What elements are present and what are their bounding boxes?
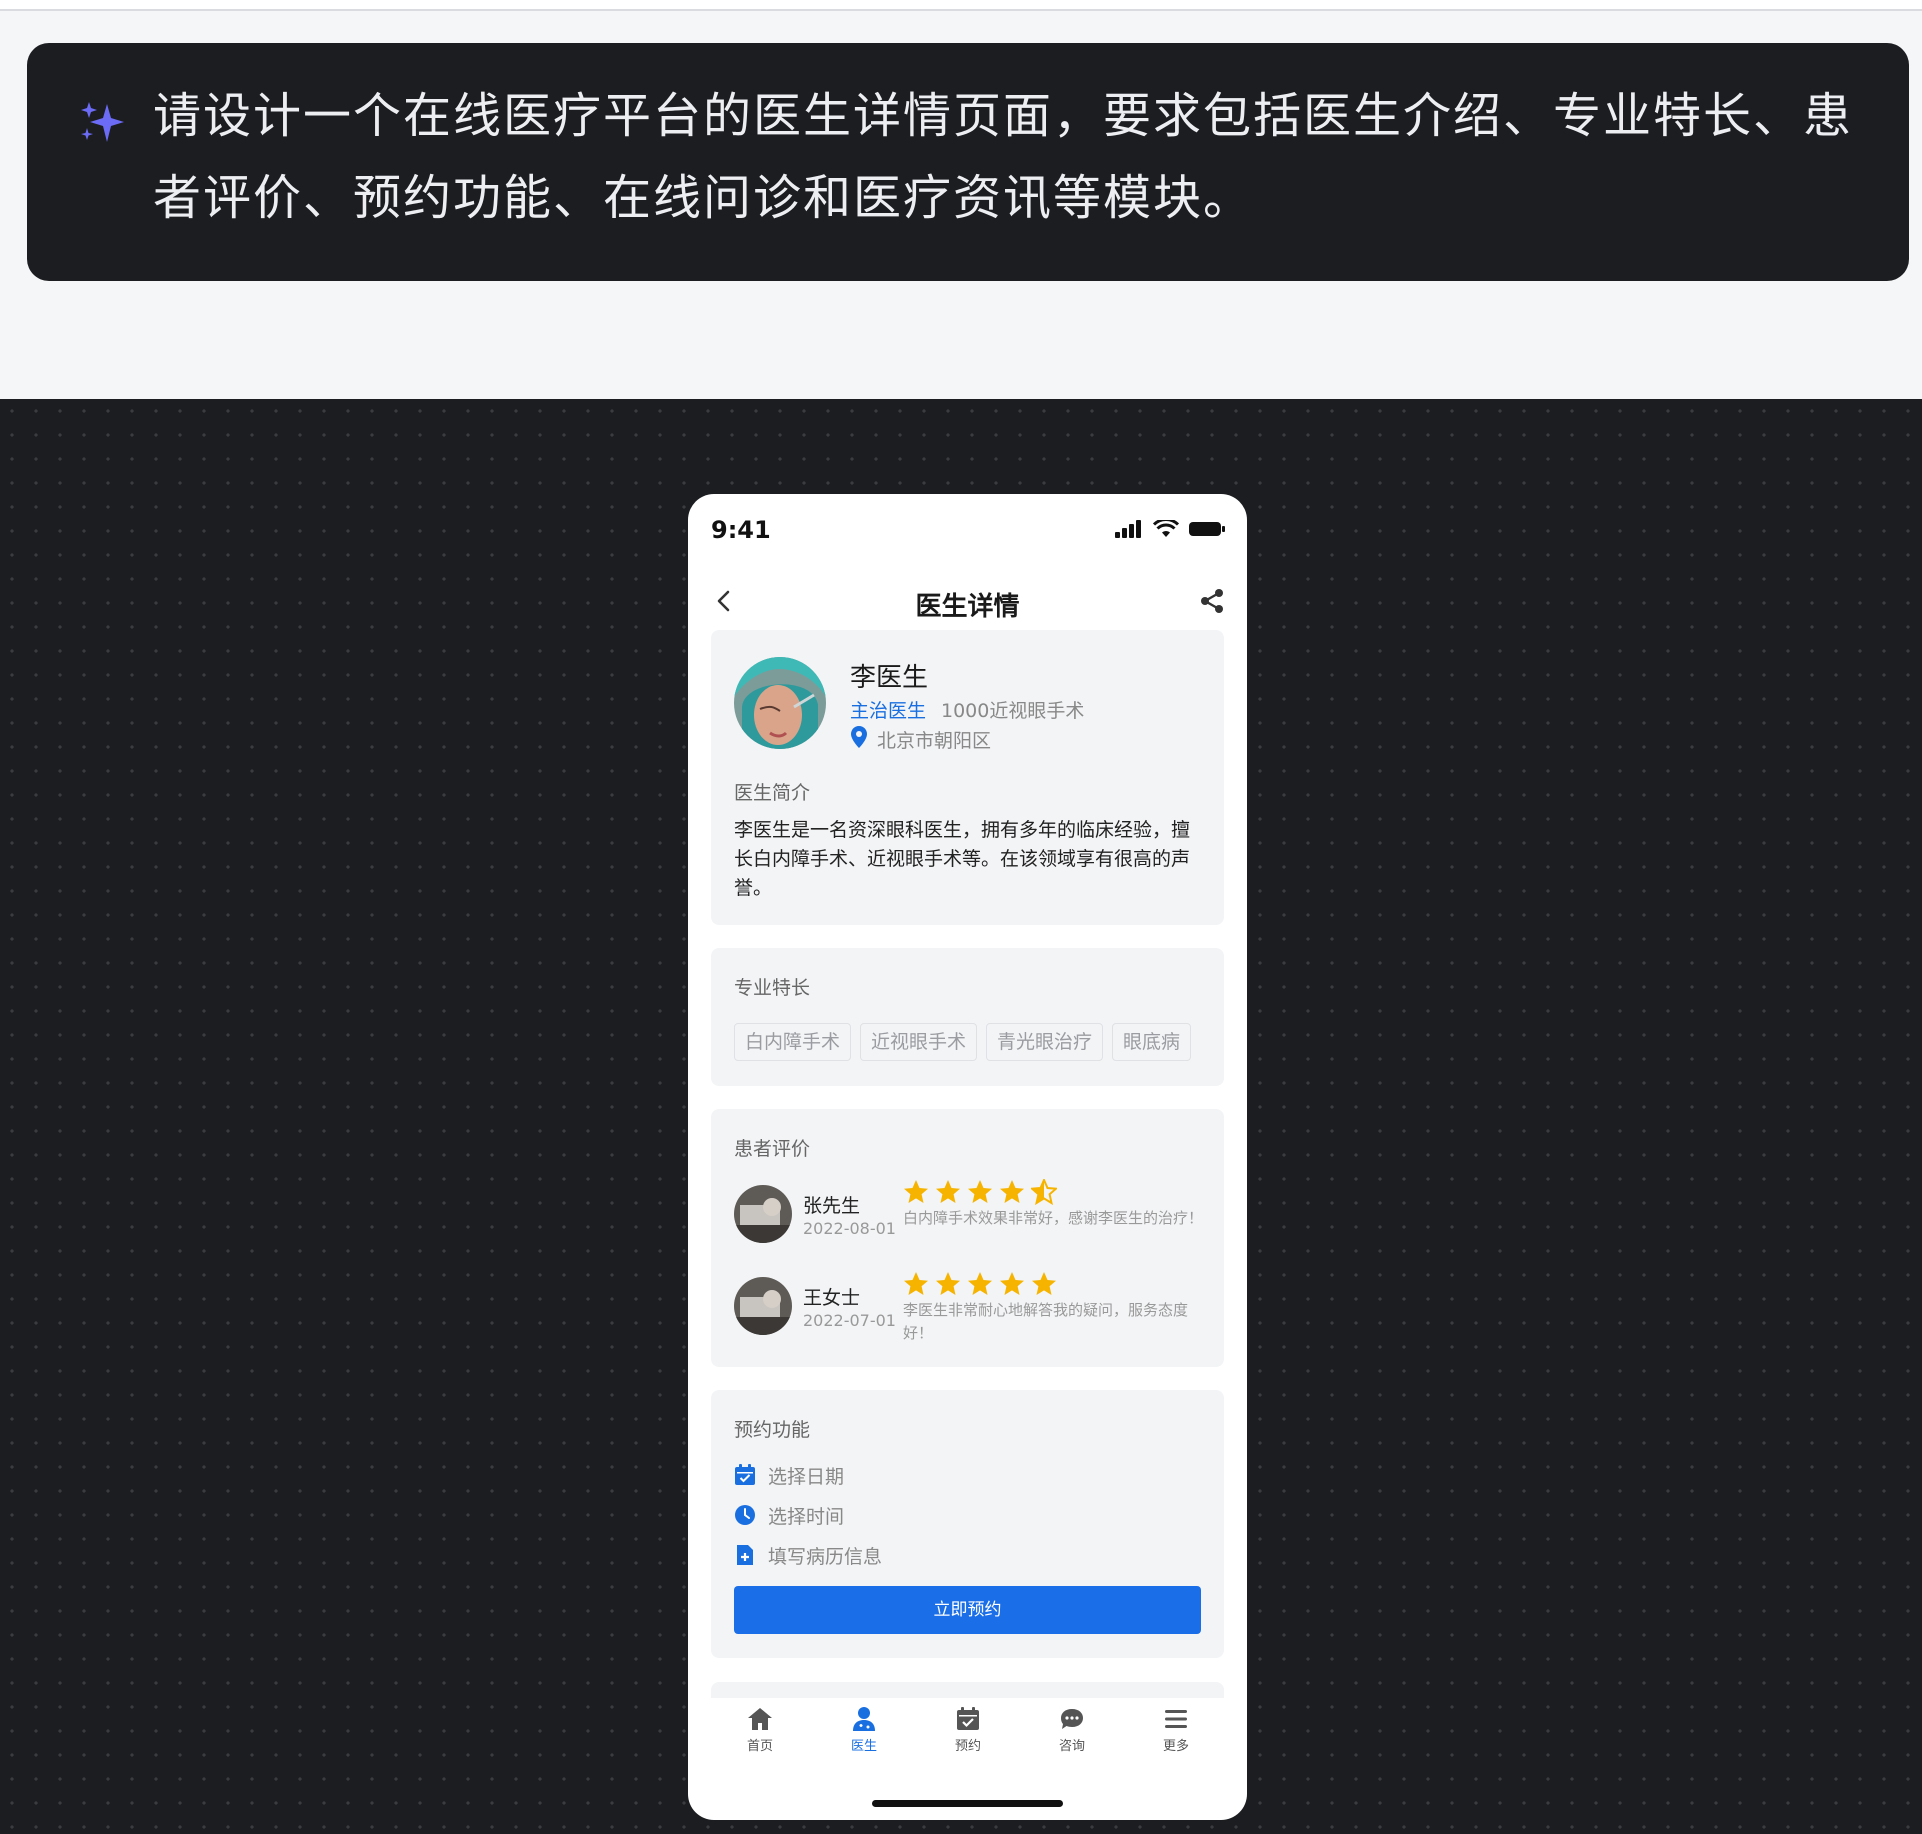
share-icon[interactable] bbox=[1199, 588, 1225, 614]
reviewer-avatar bbox=[734, 1277, 792, 1335]
prompt-card: 请设计一个在线医疗平台的医生详情页面，要求包括医生介绍、专业特长、患者评价、预约… bbox=[27, 43, 1909, 281]
prompt-text: 请设计一个在线医疗平台的医生详情页面，要求包括医生介绍、专业特长、患者评价、预约… bbox=[153, 88, 1854, 226]
star-icon bbox=[904, 1180, 928, 1203]
star-icon bbox=[1032, 1272, 1056, 1295]
star-icon bbox=[1000, 1180, 1024, 1203]
tab-bar: 首页 医生 预约 咨询 更多 bbox=[688, 1698, 1247, 1768]
medical-record-option[interactable]: 填写病历信息 bbox=[734, 1540, 882, 1570]
star-icon bbox=[936, 1180, 960, 1203]
calendar-icon bbox=[957, 1707, 979, 1730]
select-date-label: 选择日期 bbox=[768, 1465, 845, 1488]
specialty-tag[interactable]: 近视眼手术 bbox=[860, 1023, 978, 1061]
specialty-tags: 白内障手术 近视眼手术 青光眼治疗 眼底病 bbox=[734, 1023, 1201, 1063]
tab-home[interactable]: 首页 bbox=[720, 1706, 800, 1754]
doctor-title: 主治医生 bbox=[850, 700, 927, 722]
review-stars bbox=[903, 1179, 1057, 1205]
reviewer-name: 张先生 bbox=[803, 1195, 861, 1217]
chat-icon bbox=[1061, 1709, 1083, 1729]
tab-doctor-label: 医生 bbox=[850, 1739, 877, 1754]
doctor-intro-text: 李医生是一名资深眼科医生，拥有多年的临床经验，擅长白内障手术、近视眼手术等。在该… bbox=[734, 819, 1191, 899]
review-date: 2022-07-01 bbox=[803, 1311, 896, 1330]
review-item: 王女士 2022-07-01 李医生非常耐心地解答我的疑问，服务态度好！ bbox=[734, 1271, 1204, 1351]
star-icon bbox=[936, 1272, 960, 1295]
select-time-option[interactable]: 选择时间 bbox=[734, 1500, 844, 1530]
specialty-tag[interactable]: 白内障手术 bbox=[734, 1023, 852, 1061]
star-half-icon bbox=[1031, 1179, 1057, 1205]
specialty-tag[interactable]: 青光眼治疗 bbox=[986, 1023, 1104, 1061]
booking-card: 预约功能 选择日期 选择时间 填写病历信息 立即预约 bbox=[711, 1390, 1224, 1658]
specialty-label: 专业特长 bbox=[734, 977, 811, 999]
booking-label: 预约功能 bbox=[734, 1419, 811, 1441]
doctor-avatar bbox=[734, 657, 826, 749]
status-time: 9:41 bbox=[711, 516, 771, 544]
tab-booking-label: 预约 bbox=[954, 1739, 981, 1754]
battery-icon bbox=[1189, 522, 1225, 536]
nav-bar: 医生详情 bbox=[688, 574, 1247, 630]
reviewer-avatar bbox=[734, 1185, 792, 1243]
review-item: 张先生 2022-08-01 白内障手术效果非常好，感谢李医生的治疗！ bbox=[734, 1179, 1204, 1259]
star-icon bbox=[968, 1180, 992, 1203]
tab-consult-label: 咨询 bbox=[1058, 1739, 1085, 1754]
review-text: 李医生非常耐心地解答我的疑问，服务态度好！ bbox=[903, 1301, 1189, 1342]
tab-consult[interactable]: 咨询 bbox=[1032, 1706, 1112, 1754]
book-now-button[interactable]: 立即预约 bbox=[734, 1586, 1201, 1634]
review-date: 2022-08-01 bbox=[803, 1219, 896, 1238]
home-icon bbox=[748, 1708, 772, 1730]
tab-doctor[interactable]: 医生 bbox=[824, 1706, 904, 1754]
home-indicator bbox=[872, 1800, 1063, 1807]
medical-file-icon bbox=[737, 1545, 753, 1565]
location-pin-icon bbox=[851, 726, 867, 748]
doctor-experience: 1000近视眼手术 bbox=[941, 700, 1085, 722]
tab-more[interactable]: 更多 bbox=[1136, 1706, 1216, 1754]
intro-label: 医生简介 bbox=[734, 782, 811, 804]
select-date-option[interactable]: 选择日期 bbox=[734, 1460, 844, 1490]
reviews-label: 患者评价 bbox=[734, 1138, 811, 1160]
sparkle-icon bbox=[81, 102, 124, 142]
reviewer-name: 王女士 bbox=[803, 1287, 861, 1309]
star-icon bbox=[1000, 1272, 1024, 1295]
menu-icon bbox=[1165, 1710, 1187, 1728]
top-border bbox=[0, 0, 1922, 11]
star-icon bbox=[904, 1272, 928, 1295]
calendar-check-icon bbox=[735, 1464, 755, 1485]
status-icons bbox=[1115, 520, 1225, 538]
medical-record-label: 填写病历信息 bbox=[768, 1545, 883, 1568]
specialty-tag[interactable]: 眼底病 bbox=[1112, 1023, 1192, 1061]
tab-more-label: 更多 bbox=[1162, 1739, 1189, 1754]
review-text: 白内障手术效果非常好，感谢李医生的治疗！ bbox=[903, 1209, 1204, 1227]
star-icon bbox=[968, 1272, 992, 1295]
doctor-name: 李医生 bbox=[850, 663, 929, 693]
clock-icon bbox=[735, 1505, 755, 1525]
phone-frame: 9:41 医生详情 李医生 主治医生 1000近视眼手术 北京市朝阳区 医生简介… bbox=[688, 494, 1247, 1820]
specialty-card: 专业特长 白内障手术 近视眼手术 青光眼治疗 眼底病 bbox=[711, 948, 1224, 1086]
tab-home-label: 首页 bbox=[746, 1739, 773, 1754]
signal-icon bbox=[1115, 520, 1141, 538]
doctor-intro-card: 李医生 主治医生 1000近视眼手术 北京市朝阳区 医生简介 李医生是一名资深眼… bbox=[711, 630, 1224, 925]
select-time-label: 选择时间 bbox=[768, 1505, 845, 1528]
tab-booking[interactable]: 预约 bbox=[928, 1706, 1008, 1754]
doctor-icon bbox=[853, 1707, 875, 1731]
review-stars bbox=[903, 1271, 1057, 1297]
page-title: 医生详情 bbox=[915, 592, 1020, 622]
doctor-location: 北京市朝阳区 bbox=[877, 730, 992, 752]
wifi-icon bbox=[1153, 520, 1179, 537]
reviews-card: 患者评价 张先生 2022-08-01 白内障手术效果非常好，感谢李医生的治疗！… bbox=[711, 1109, 1224, 1367]
